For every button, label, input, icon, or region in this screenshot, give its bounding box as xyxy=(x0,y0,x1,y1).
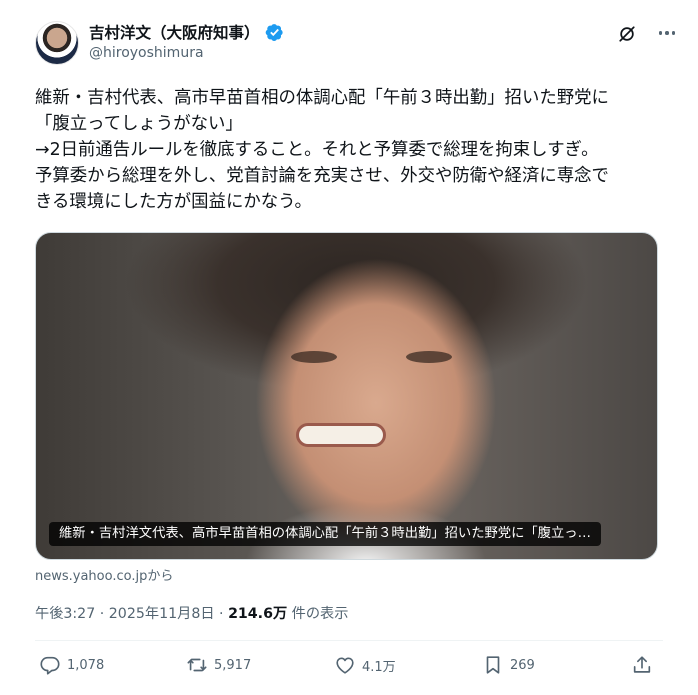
tweet-date[interactable]: 2025年11月8日 xyxy=(109,606,215,622)
share-icon xyxy=(633,656,651,673)
tweet-line: 維新・吉村代表、高市早苗首相の体調心配「午前３時出勤」招いた野党に xyxy=(35,88,609,108)
handle[interactable]: @hiroyoshimura xyxy=(89,45,204,61)
more-icon[interactable] xyxy=(656,23,678,43)
photo-detail xyxy=(296,423,386,447)
bookmark-count: 269 xyxy=(510,657,535,673)
verified-badge-icon[interactable] xyxy=(265,23,284,42)
link-card-image[interactable]: 維新・吉村洋文代表、高市早苗首相の体調心配「午前３時出勤」招いた野党に「腹立っ… xyxy=(35,232,658,560)
display-name[interactable]: 吉村洋文（大阪府知事） xyxy=(89,21,260,43)
meta-separator: · xyxy=(95,606,109,622)
link-card-source[interactable]: news.yahoo.co.jpから xyxy=(35,565,173,584)
share-button[interactable] xyxy=(631,654,653,676)
grok-icon[interactable] xyxy=(618,25,636,43)
views-label: 件の表示 xyxy=(287,606,349,622)
repost-button[interactable]: 5,917 xyxy=(186,654,251,676)
tweet-line: →2日前通告ルールを徹底すること。それと予算委で総理を拘束しすぎ。 xyxy=(35,140,599,160)
action-bar: 1,078 5,917 4.1万 269 xyxy=(35,650,658,684)
tweet-meta: 午後3:27 · 2025年11月8日 · 214.6万 件の表示 xyxy=(35,603,348,623)
display-name-row: 吉村洋文（大阪府知事） xyxy=(89,21,284,43)
photo-detail xyxy=(291,351,337,363)
views-count[interactable]: 214.6万 xyxy=(228,606,287,622)
divider xyxy=(35,640,663,641)
bookmark-icon xyxy=(486,656,500,674)
tweet-line: きる環境にした方が国益にかなう。 xyxy=(35,192,312,212)
more-dot xyxy=(665,31,669,35)
like-count: 4.1万 xyxy=(362,659,396,675)
meta-separator: · xyxy=(214,606,229,622)
reply-icon xyxy=(40,656,60,675)
more-dot xyxy=(671,31,676,35)
tweet-time[interactable]: 午後3:27 xyxy=(35,606,95,622)
repost-count: 5,917 xyxy=(214,657,252,673)
reply-button[interactable]: 1,078 xyxy=(39,654,104,676)
reply-count: 1,078 xyxy=(67,657,105,673)
repost-icon xyxy=(187,658,207,672)
like-button[interactable]: 4.1万 xyxy=(334,654,396,676)
more-dot xyxy=(658,31,663,35)
tweet-header: 吉村洋文（大阪府知事） @hiroyoshimura xyxy=(35,19,678,67)
tweet-text: 維新・吉村代表、高市早苗首相の体調心配「午前３時出勤」招いた野党に 「腹立ってし… xyxy=(35,85,665,215)
bookmark-button[interactable]: 269 xyxy=(482,654,535,676)
heart-icon xyxy=(336,657,354,674)
photo-detail xyxy=(406,351,452,363)
tweet-line: 「腹立ってしょうがない」 xyxy=(35,114,243,134)
link-card-caption[interactable]: 維新・吉村洋文代表、高市早苗首相の体調心配「午前３時出勤」招いた野党に「腹立っ… xyxy=(49,522,601,546)
tweet-line: 予算委から総理を外し、党首討論を充実させ、外交や防衛や経済に専念で xyxy=(35,166,609,186)
avatar[interactable] xyxy=(35,21,79,65)
